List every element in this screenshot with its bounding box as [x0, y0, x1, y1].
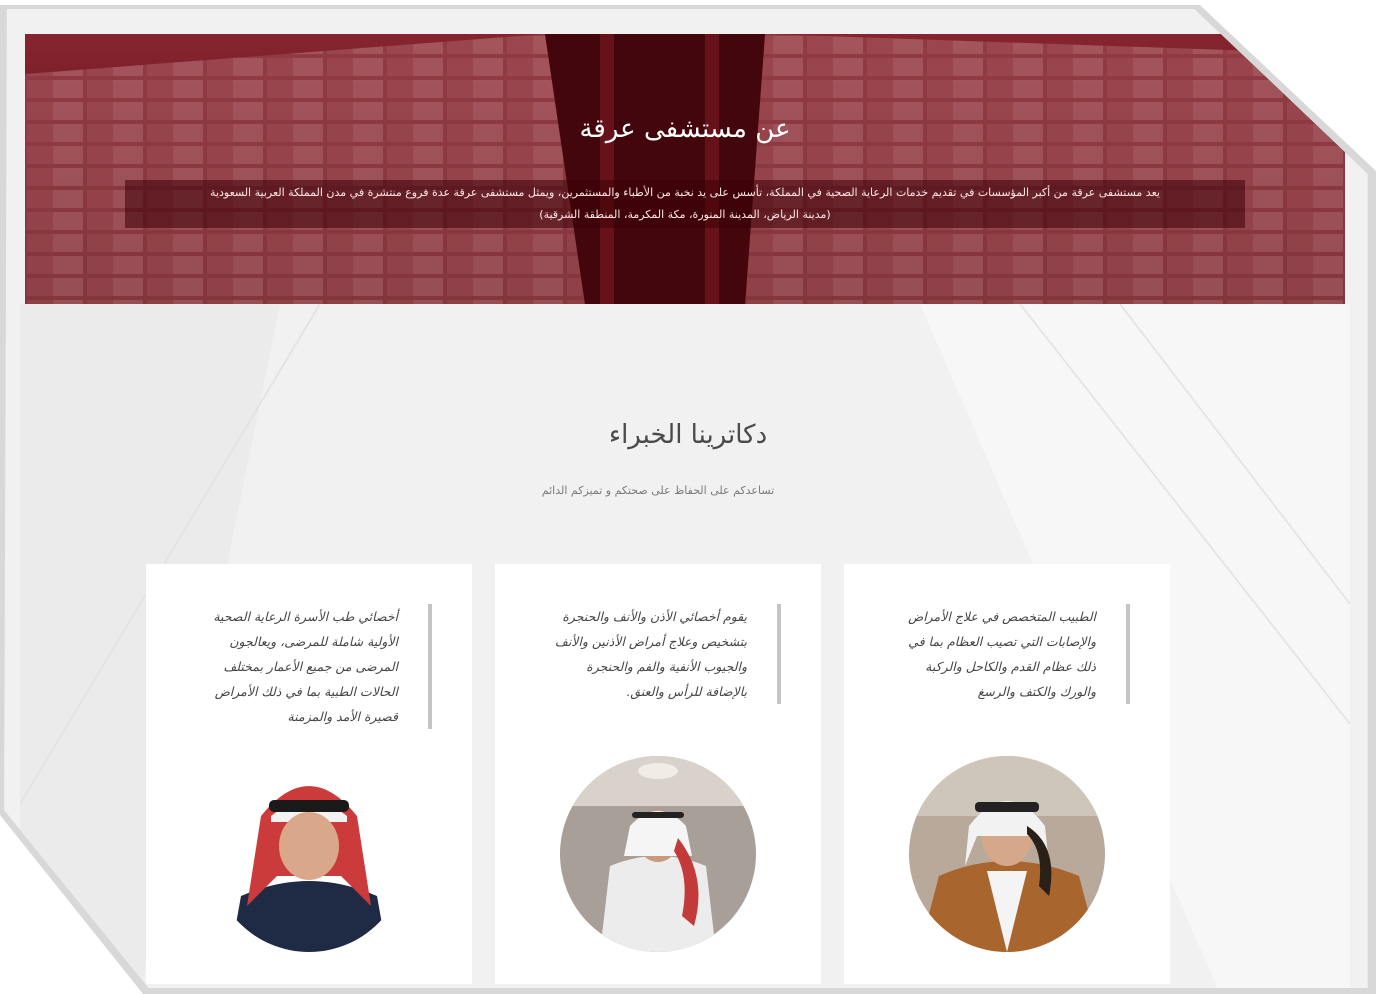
doctor-avatar: [560, 756, 756, 952]
doctor-avatar: [211, 756, 407, 952]
hero-building-background: [25, 34, 1345, 304]
hero-title: عن مستشفى عرقة: [579, 114, 791, 144]
doctor-card-family-medicine: أخصائي طب الأسرة الرعاية الصحية الأولية …: [146, 564, 472, 984]
doctor-photo-3-icon: [211, 756, 407, 952]
hero-description-line2: (مدينة الرياض، المدينة المنورة، مكة المك…: [539, 208, 831, 221]
hero-description-line1: يعد مستشفى عرقة من أكبر المؤسسات في تقدي…: [210, 186, 1160, 199]
doctor-description: يقوم أخصائي الأذن والأنف والحنجرة بتشخيص…: [554, 609, 747, 699]
doctors-section-title: دكاترينا الخبراء: [608, 420, 768, 450]
doctor-photo-1-icon: [909, 756, 1105, 952]
doctor-card-quote: أخصائي طب الأسرة الرعاية الصحية الأولية …: [198, 604, 432, 729]
doctor-card-orthopedics: الطبيب المتخصص في علاج الأمراض والإصابات…: [844, 564, 1170, 984]
doctors-section-subtitle: تساعدكم على الحفاظ على صحتكم و تميزكم ال…: [541, 484, 775, 497]
about-hero-banner: عن مستشفى عرقة يعد مستشفى عرقة من أكبر ا…: [25, 34, 1345, 304]
page-sheet: عن مستشفى عرقة يعد مستشفى عرقة من أكبر ا…: [4, 8, 1368, 989]
doctor-description: الطبيب المتخصص في علاج الأمراض والإصابات…: [908, 609, 1096, 699]
doctor-card-quote: الطبيب المتخصص في علاج الأمراض والإصابات…: [896, 604, 1130, 704]
doctor-avatar: [909, 756, 1105, 952]
doctor-card-ent: يقوم أخصائي الأذن والأنف والحنجرة بتشخيص…: [495, 564, 821, 984]
hero-description: يعد مستشفى عرقة من أكبر المؤسسات في تقدي…: [125, 180, 1245, 228]
doctor-photo-2-icon: [560, 756, 756, 952]
doctor-description: أخصائي طب الأسرة الرعاية الصحية الأولية …: [213, 609, 398, 724]
doctor-card-quote: يقوم أخصائي الأذن والأنف والحنجرة بتشخيص…: [547, 604, 781, 704]
